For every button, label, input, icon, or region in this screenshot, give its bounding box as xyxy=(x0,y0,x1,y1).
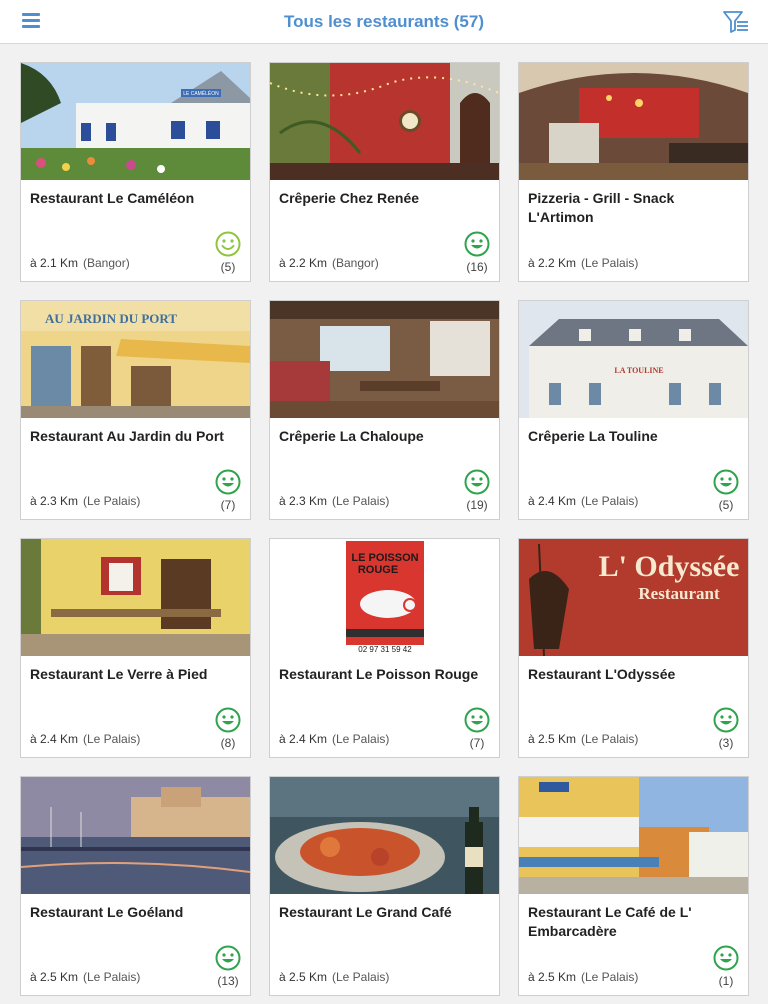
smiley-icon xyxy=(713,469,739,495)
restaurant-photo: L' Odyssée Restaurant xyxy=(519,539,748,656)
distance-label: à 2.5 Km xyxy=(528,970,577,984)
restaurant-name: Restaurant Le Poisson Rouge xyxy=(279,666,479,682)
smiley-icon xyxy=(464,707,490,733)
city-label: (Le Palais) xyxy=(83,732,141,746)
restaurant-card[interactable]: Restaurant Le Verre à Pied à 2.4 Km (Le … xyxy=(20,538,251,758)
page-title: Tous les restaurants (57) xyxy=(284,12,484,31)
restaurant-card[interactable]: LA TOULINE Crêperie La Touline à 2.4 Km … xyxy=(518,300,749,520)
sign-text: AU JARDIN DU PORT xyxy=(45,311,177,326)
restaurant-card[interactable]: AU JARDIN DU PORT Restaurant Au Jardin d… xyxy=(20,300,251,520)
smiley-icon xyxy=(215,707,241,733)
restaurant-name: Crêperie La Chaloupe xyxy=(279,428,424,444)
sign-text: LA TOULINE xyxy=(614,366,663,375)
city-label: (Bangor) xyxy=(332,256,379,270)
review-count: (19) xyxy=(466,498,488,512)
restaurant-name: Restaurant Le Caméléon xyxy=(30,190,195,206)
logo-text-line1: L' Odyssée xyxy=(599,550,740,583)
restaurant-name: Crêperie Chez Renée xyxy=(279,190,420,206)
restaurant-card[interactable]: Crêperie La Chaloupe à 2.3 Km (Le Palais… xyxy=(269,300,500,520)
logo-text-line2: ROUGE xyxy=(358,564,398,576)
distance-label: à 2.4 Km xyxy=(30,732,79,746)
city-label: (Le Palais) xyxy=(581,732,639,746)
smiley-icon xyxy=(713,707,739,733)
city-label: (Le Palais) xyxy=(83,494,141,508)
logo-phone: 02 97 31 59 42 xyxy=(358,645,412,654)
distance-label: à 2.1 Km xyxy=(30,256,79,270)
restaurant-card[interactable]: L' Odyssée Restaurant Restaurant L'Odyss… xyxy=(518,538,749,758)
distance-label: à 2.4 Km xyxy=(279,732,328,746)
city-label: (Le Palais) xyxy=(581,494,639,508)
restaurant-card[interactable]: LE CAMÉLÉON Restaurant Le Caméléon à 2.1… xyxy=(20,62,251,282)
review-count: (1) xyxy=(718,974,734,988)
restaurant-photo xyxy=(270,63,499,180)
city-label: (Le Palais) xyxy=(332,732,390,746)
review-count: (3) xyxy=(718,736,734,750)
smiley-icon xyxy=(464,469,490,495)
restaurant-grid: LE CAMÉLÉON Restaurant Le Caméléon à 2.1… xyxy=(20,62,749,996)
restaurant-photo xyxy=(270,301,499,418)
distance-label: à 2.3 Km xyxy=(279,494,328,508)
review-count: (5) xyxy=(718,498,734,512)
sign-text: LE CAMÉLÉON xyxy=(183,90,219,97)
distance-label: à 2.4 Km xyxy=(528,494,577,508)
city-label: (Le Palais) xyxy=(83,970,141,984)
logo-text-line2: Restaurant xyxy=(638,584,720,603)
restaurant-photo xyxy=(519,63,748,180)
review-count: (7) xyxy=(220,498,236,512)
restaurant-photo: LE CAMÉLÉON xyxy=(21,63,250,180)
restaurant-name: Restaurant Le Grand Café xyxy=(279,904,452,920)
restaurant-photo: AU JARDIN DU PORT xyxy=(21,301,250,418)
smiley-icon xyxy=(215,469,241,495)
distance-label: à 2.2 Km xyxy=(279,256,328,270)
restaurant-name: Crêperie La Touline xyxy=(528,428,658,444)
restaurant-name: Pizzeria - Grill - Snack L'Artimon xyxy=(528,190,675,225)
restaurant-photo xyxy=(21,539,250,656)
restaurant-card[interactable]: LE POISSON ROUGE 02 97 31 59 42 Restaura… xyxy=(269,538,500,758)
smiley-light-icon xyxy=(215,231,241,257)
restaurant-card[interactable]: Restaurant Le Café de L' Embarcadère à 2… xyxy=(518,776,749,996)
restaurant-card[interactable]: Pizzeria - Grill - Snack L'Artimon à 2.2… xyxy=(518,62,749,282)
restaurant-photo xyxy=(21,777,250,894)
filter-icon[interactable] xyxy=(722,9,750,35)
restaurant-photo: LE POISSON ROUGE 02 97 31 59 42 xyxy=(270,539,499,656)
city-label: (Le Palais) xyxy=(581,256,639,270)
smiley-icon xyxy=(215,945,241,971)
distance-label: à 2.5 Km xyxy=(279,970,328,984)
review-count: (5) xyxy=(220,260,236,274)
distance-label: à 2.2 Km xyxy=(528,256,577,270)
restaurant-name: Restaurant Le Verre à Pied xyxy=(30,666,208,682)
city-label: (Bangor) xyxy=(83,256,130,270)
restaurant-photo: LA TOULINE xyxy=(519,301,748,418)
restaurant-name: Restaurant Au Jardin du Port xyxy=(30,428,224,444)
distance-label: à 2.3 Km xyxy=(30,494,79,508)
restaurant-photo xyxy=(270,777,499,894)
top-app-bar: Tous les restaurants (57) xyxy=(0,0,768,44)
city-label: (Le Palais) xyxy=(332,970,390,984)
review-count: (8) xyxy=(220,736,236,750)
smiley-icon xyxy=(464,231,490,257)
review-count: (13) xyxy=(217,974,239,988)
review-count: (16) xyxy=(466,260,488,274)
city-label: (Le Palais) xyxy=(332,494,390,508)
restaurant-card[interactable]: Crêperie Chez Renée à 2.2 Km (Bangor) (1… xyxy=(269,62,500,282)
smiley-icon xyxy=(713,945,739,971)
restaurant-name: Restaurant L'Odyssée xyxy=(528,666,676,682)
restaurant-name: Restaurant Le Goéland xyxy=(30,904,184,920)
city-label: (Le Palais) xyxy=(581,970,639,984)
distance-label: à 2.5 Km xyxy=(30,970,79,984)
restaurant-name: Restaurant Le Café de L' Embarcadère xyxy=(528,904,692,939)
distance-label: à 2.5 Km xyxy=(528,732,577,746)
restaurant-card[interactable]: Restaurant Le Grand Café à 2.5 Km (Le Pa… xyxy=(269,776,500,996)
restaurant-card[interactable]: Restaurant Le Goéland à 2.5 Km (Le Palai… xyxy=(20,776,251,996)
restaurant-photo xyxy=(519,777,748,894)
logo-text-line1: LE POISSON xyxy=(351,552,418,564)
review-count: (7) xyxy=(469,736,485,750)
